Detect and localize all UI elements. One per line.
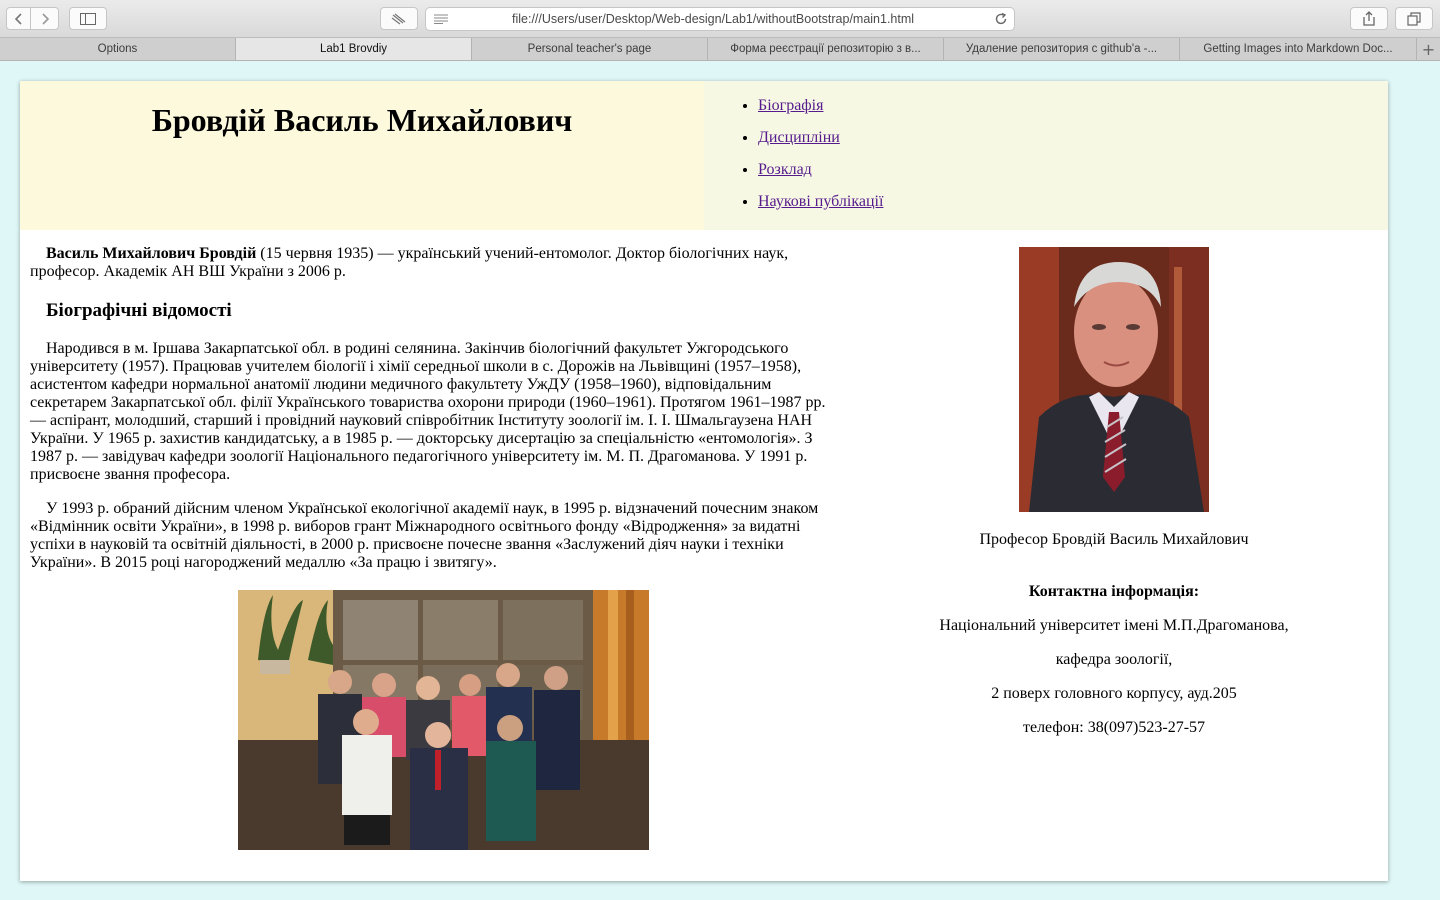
contact-info: Контактна інформація: Національний уніве…	[882, 583, 1346, 737]
contact-university: Національний університет імені М.П.Драго…	[939, 617, 1289, 634]
tab-personal-teacher[interactable]: Personal teacher's page	[472, 38, 708, 60]
header-nav-panel: Біографія Дисципліни Розклад Наукові пуб…	[704, 81, 1388, 230]
nav-item-publications: Наукові публікації	[758, 191, 883, 223]
tab-markdown-images[interactable]: Getting Images into Markdown Doc...	[1180, 38, 1417, 60]
reader-mode-icon	[391, 13, 406, 24]
main-nav: Біографія Дисципліни Розклад Наукові пуб…	[738, 95, 883, 223]
nav-link-publications[interactable]: Наукові публікації	[758, 193, 883, 210]
page-container: Бровдій Василь Михайлович Біографія Дисц…	[20, 81, 1388, 881]
sidebar-icon	[80, 12, 96, 25]
contact-heading: Контактна інформація:	[1028, 583, 1200, 600]
contact-department: кафедра зоології,	[1055, 651, 1173, 668]
chevron-left-icon	[14, 12, 22, 25]
nav-link-disciplines[interactable]: Дисципліни	[758, 129, 840, 146]
url-text: file:///Users/user/Desktop/Web-design/La…	[512, 12, 915, 26]
nav-item-biography: Біографія	[758, 95, 883, 127]
plus-icon: +	[1421, 39, 1436, 59]
tabs-overview-icon	[1407, 11, 1421, 26]
address-bar[interactable]: file:///Users/user/Desktop/Web-design/La…	[425, 7, 1015, 31]
tab-repo-registration[interactable]: Форма реєстрації репозиторію з в...	[708, 38, 944, 60]
nav-item-disciplines: Дисципліни	[758, 127, 883, 159]
professor-portrait	[1019, 247, 1209, 512]
main-content: Василь Михайлович Бровдій (15 червня 193…	[30, 245, 844, 572]
biography-paragraph-1: Народився в м. Іршава Закарпатської обл.…	[30, 340, 826, 483]
share-button[interactable]	[1350, 7, 1388, 30]
biography-paragraph-2: У 1993 р. обраний дійсним членом Українс…	[30, 500, 819, 571]
chevron-right-icon	[41, 12, 49, 25]
intro-name: Василь Михайлович Бровдій	[46, 245, 257, 262]
tab-delete-repo[interactable]: Удаление репозитория с github'а -...	[944, 38, 1180, 60]
group-photo	[238, 590, 649, 850]
biography-heading: Біографічні відомості	[46, 300, 232, 321]
contact-phone: телефон: 38(097)523-27-57	[1022, 719, 1206, 736]
forward-button[interactable]	[30, 7, 59, 30]
sidebar: Професор Бровдій Василь Михайлович Конта…	[882, 245, 1346, 737]
portrait-caption: Професор Бровдій Василь Михайлович	[979, 531, 1249, 548]
intro-paragraph: Василь Михайлович Бровдій (15 червня 193…	[30, 245, 844, 281]
nav-item-schedule: Розклад	[758, 159, 883, 191]
tab-lab1-brovdiy[interactable]: Lab1 Brovdiy	[236, 38, 472, 60]
nav-link-schedule[interactable]: Розклад	[758, 161, 812, 178]
header-title-panel: Бровдій Василь Михайлович	[20, 81, 704, 230]
reload-icon[interactable]	[994, 12, 1008, 26]
page-menu-icon	[434, 14, 448, 24]
contact-address: 2 поверх головного корпусу, ауд.205	[991, 685, 1237, 702]
tab-options[interactable]: Options	[0, 38, 236, 60]
tab-bar: Options Lab1 Brovdiy Personal teacher's …	[0, 38, 1440, 61]
sidebar-toggle-button[interactable]	[69, 7, 107, 30]
back-button[interactable]	[6, 7, 31, 30]
nav-link-biography[interactable]: Біографія	[758, 97, 823, 114]
reader-button[interactable]	[380, 7, 418, 30]
browser-toolbar: file:///Users/user/Desktop/Web-design/La…	[0, 0, 1440, 38]
new-tab-button[interactable]: +	[1417, 38, 1440, 60]
page-title: Бровдій Василь Михайлович	[151, 102, 573, 138]
share-icon	[1363, 11, 1375, 26]
show-tabs-button[interactable]	[1395, 7, 1433, 30]
